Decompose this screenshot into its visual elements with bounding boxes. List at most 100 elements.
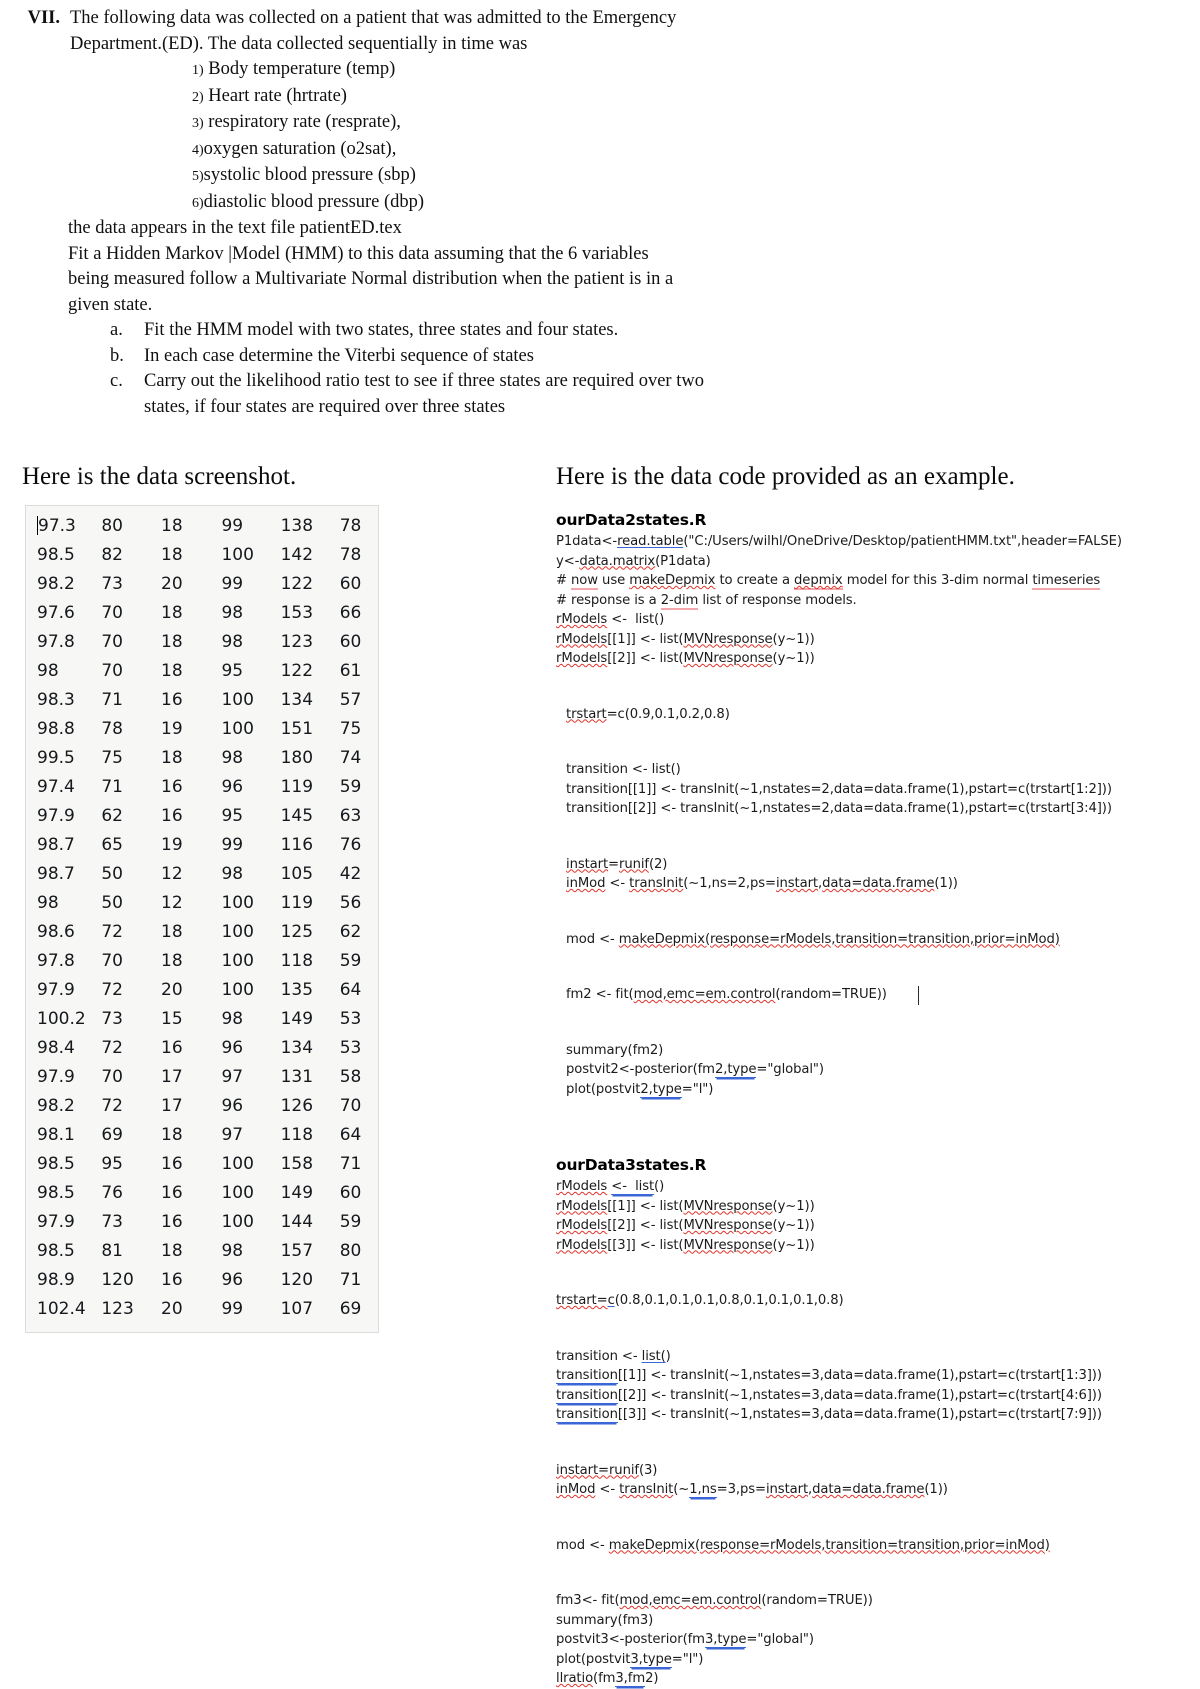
table-cell-hrtrate: 75: [101, 748, 123, 768]
table-cell-dbp: 59: [339, 1212, 362, 1232]
code-token-transition-1: transition: [556, 1368, 618, 1384]
table-row: 98.5 81 18 98 157 80: [26, 1237, 378, 1266]
table-cell-o2sat: 100: [221, 719, 254, 739]
table-row: 100.2 73 15 98 149 53: [26, 1005, 378, 1034]
table-row: 98.8 78 19 100 151 75: [26, 715, 378, 744]
code-spacer-1: [556, 669, 1184, 705]
code-token-llratio: llratio: [556, 1671, 594, 1686]
table-cell-temp: 98.5: [37, 1183, 75, 1203]
table-cell-hrtrate: 70: [101, 1067, 123, 1087]
table-cell-sbp: 151: [280, 719, 314, 739]
table-cell-o2sat: 97: [221, 1125, 244, 1145]
variable-item-5: 5)systolic blood pressure (sbp): [192, 163, 842, 190]
question-part-a-text: Fit the HMM model with two states, three…: [144, 320, 619, 340]
table-cell-temp: 97.4: [37, 777, 75, 797]
code-line-transition-init-2: transition <- list(): [566, 762, 681, 777]
table-cell-temp: 97.8: [37, 632, 75, 652]
table-cell-temp: 100.2: [37, 1009, 86, 1029]
table-cell-dbp: 80: [339, 1241, 362, 1261]
variable-number-2: 2): [192, 89, 204, 105]
code-spacer-5: [556, 949, 1184, 985]
code-line-trstart-2: trstart=c(0.9,0.1,0.2,0.8): [566, 706, 730, 722]
code-spacer-8: [556, 1255, 1184, 1291]
code-line-mod-2: mod <- makeDepmix(response=rModels,trans…: [566, 931, 1060, 947]
table-cell-resprate: 16: [161, 1183, 183, 1203]
table-cell-resprate: 16: [161, 806, 183, 826]
table-cell-sbp: 107: [280, 1299, 314, 1319]
table-cell-dbp: 59: [339, 777, 362, 797]
table-row: 97.8 70 18 98 123 60: [26, 628, 378, 657]
code-token-instart-3: instart=runif: [556, 1462, 639, 1478]
table-cell-hrtrate: 72: [101, 980, 123, 1000]
table-cell-hrtrate: 72: [101, 1096, 123, 1116]
table-cell-sbp: 131: [280, 1067, 314, 1087]
table-cell-resprate: 16: [161, 777, 183, 797]
question-body-line-2: being measured follow a Multivariate Nor…: [68, 269, 674, 289]
table-cell-sbp: 134: [280, 690, 314, 710]
table-cell-dbp: 59: [339, 951, 362, 971]
table-cell-o2sat: 96: [221, 1038, 244, 1058]
table-row: 97.8 70 18 100 118 59: [26, 947, 378, 976]
table-cell-hrtrate: 82: [101, 545, 123, 565]
table-row: 98.9 120 16 96 120 71: [26, 1266, 378, 1295]
code-line-rmodels-1-3: rModels[[1]] <- list(MVNresponse(y~1)): [556, 1198, 815, 1214]
code-token-mod-emc-1: mod,emc=em.control: [633, 987, 776, 1002]
table-cell-hrtrate: 65: [101, 835, 123, 855]
code-token-mvnresponse-5: MVNresponse: [683, 1237, 773, 1253]
table-cell-o2sat: 98: [221, 603, 244, 623]
variable-number-3: 3): [192, 116, 204, 131]
table-cell-temp: 97.3: [37, 516, 76, 536]
table-cell-hrtrate: 71: [101, 690, 123, 710]
table-cell-sbp: 158: [280, 1154, 314, 1174]
question-intro-line-1: The following data was collected on a pa…: [70, 8, 677, 28]
code-spacer-9: [556, 1311, 1184, 1347]
variable-label-4: oxygen saturation (o2sat),: [203, 138, 397, 159]
variable-label-3: respiratory rate (resprate),: [208, 112, 401, 132]
table-cell-sbp: 138: [280, 516, 314, 536]
code-token-mvnresponse-2: MVNresponse: [683, 651, 773, 666]
question-part-b-letter: b.: [110, 345, 124, 366]
text-cursor-table: [37, 516, 38, 535]
table-cell-resprate: 18: [161, 1241, 183, 1261]
code-spacer-2: [556, 724, 1184, 760]
table-row: 98.3 71 16 100 134 57: [26, 686, 378, 715]
table-cell-sbp: 118: [280, 1125, 314, 1145]
code-line-postvit2: postvit2<-posterior(fm2,type="global"): [566, 1062, 824, 1078]
text-cursor-code: [918, 986, 919, 1005]
table-row: 98.2 73 20 99 122 60: [26, 570, 378, 599]
table-cell-temp: 98.5: [37, 1241, 75, 1261]
table-cell-o2sat: 95: [221, 806, 244, 826]
table-cell-resprate: 18: [161, 951, 183, 971]
code-line-rmodels-init-3: rModels <- list(): [556, 1179, 665, 1195]
table-cell-sbp: 119: [280, 893, 314, 913]
code-listing: ourData2states.R P1data<-read.table("C:/…: [556, 508, 1184, 1689]
code-token-1ns-1: 1,ns: [689, 1482, 717, 1498]
table-cell-o2sat: 99: [221, 516, 244, 536]
table-cell-hrtrate: 120: [101, 1270, 134, 1290]
table-cell-hrtrate: 123: [101, 1299, 134, 1319]
table-cell-dbp: 69: [339, 1299, 362, 1319]
table-cell-temp: 98.6: [37, 922, 75, 942]
table-cell-hrtrate: 50: [101, 893, 123, 913]
table-cell-dbp: 78: [339, 516, 362, 536]
table-cell-hrtrate: 72: [101, 1038, 123, 1058]
table-cell-o2sat: 98: [221, 632, 244, 652]
table-row: 97.6 70 18 98 153 66: [26, 599, 378, 628]
table-cell-o2sat: 100: [221, 1183, 254, 1203]
variable-number-6: 6): [192, 195, 204, 211]
table-cell-resprate: 12: [161, 864, 183, 884]
table-row: 98.4 72 16 96 134 53: [26, 1034, 378, 1063]
code-token-rmodels-4: rModels: [556, 1179, 608, 1194]
code-token-instart-1: instart: [566, 856, 609, 872]
code-line-postvit3: postvit3<-posterior(fm3,type="global"): [556, 1632, 814, 1648]
table-cell-hrtrate: 70: [101, 661, 123, 681]
table-cell-dbp: 53: [339, 1009, 362, 1029]
code-line-inmod-2: inMod <- transInit(~1,ns=2,ps=instart,da…: [566, 876, 958, 891]
table-cell-sbp: 153: [280, 603, 314, 623]
code-line-comment-makedepmix: # now use makeDepmix to create a depmix …: [556, 573, 1101, 590]
code-token-read-table: read.table: [617, 534, 684, 549]
table-cell-hrtrate: 70: [101, 632, 123, 652]
table-cell-sbp: 144: [280, 1212, 314, 1232]
table-cell-resprate: 20: [161, 574, 183, 594]
table-cell-temp: 98.7: [37, 835, 75, 855]
